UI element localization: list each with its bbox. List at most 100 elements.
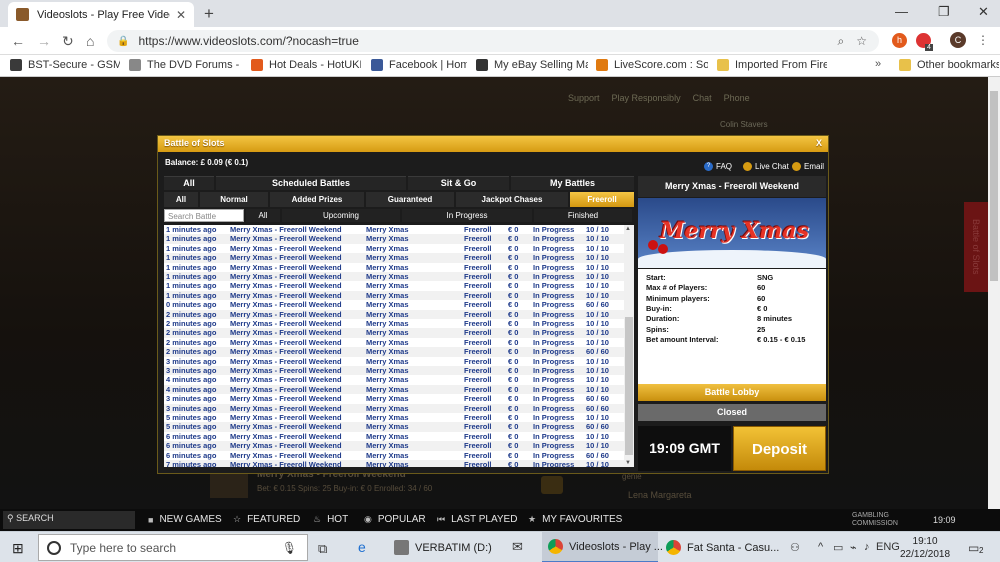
battle-of-slots-side-tab[interactable]: Battle of Slots: [964, 202, 988, 292]
category-guaranteed[interactable]: Guaranteed: [366, 192, 454, 207]
list-scrollbar[interactable]: ▲ ▼: [624, 225, 634, 467]
modal-close-button[interactable]: X: [814, 138, 824, 149]
battle-lobby-button[interactable]: Battle Lobby: [638, 384, 826, 401]
mail-icon[interactable]: ✉: [512, 539, 523, 555]
taskbar-item-verbatim[interactable]: VERBATIM (D:): [388, 532, 492, 562]
battle-row[interactable]: 5 minutes ago Merry Xmas - Freeroll Weeke…: [164, 422, 624, 432]
play-icon[interactable]: [541, 476, 563, 494]
battle-row[interactable]: 6 minutes ago Merry Xmas - Freeroll Weeke…: [164, 441, 624, 451]
network-icon[interactable]: ⌁: [850, 541, 857, 554]
browser-tab-videoslots[interactable]: Videoslots - Play Free Video Slo ✕: [8, 2, 194, 27]
bookmark-star-icon[interactable]: ☆: [856, 34, 867, 48]
bookmarks-overflow-icon[interactable]: »: [875, 58, 881, 70]
scroll-down-icon[interactable]: ▼: [625, 460, 631, 466]
battle-row[interactable]: 3 minutes ago Merry Xmas - Freeroll Weeke…: [164, 366, 624, 376]
bookmark-item[interactable]: Facebook | Home: [371, 59, 467, 71]
battle-row[interactable]: 6 minutes ago Merry Xmas - Freeroll Weeke…: [164, 432, 624, 441]
battle-row[interactable]: 1 minutes ago Merry Xmas - Freeroll Weeke…: [164, 244, 624, 253]
filter-finished[interactable]: Finished: [534, 209, 632, 222]
live-chat-link[interactable]: Live Chat: [743, 162, 789, 171]
taskbar-item-videoslots[interactable]: Videoslots - Play ...: [542, 532, 663, 562]
bookmark-item[interactable]: BST-Secure - GSM-C: [10, 59, 120, 71]
address-bar[interactable]: 🔒 https://www.videoslots.com/?nocash=tru…: [107, 30, 879, 52]
support-link[interactable]: Support: [568, 93, 600, 103]
minimize-icon[interactable]: —: [895, 4, 908, 19]
battle-row[interactable]: 2 minutes ago Merry Xmas - Freeroll Weeke…: [164, 338, 624, 347]
phone-link[interactable]: Phone: [724, 93, 750, 103]
battle-row[interactable]: 1 minutes ago Merry Xmas - Freeroll Weeke…: [164, 234, 624, 244]
task-view-icon[interactable]: ⧉: [318, 541, 327, 557]
battle-row[interactable]: 2 minutes ago Merry Xmas - Freeroll Weeke…: [164, 319, 624, 328]
filter-all[interactable]: All: [246, 209, 280, 222]
taskbar-item-fatsanta[interactable]: Fat Santa - Casu...: [660, 532, 779, 562]
windows-start-icon[interactable]: ⊞: [12, 540, 24, 557]
category-jackpot-chases[interactable]: Jackpot Chases: [456, 192, 568, 207]
battle-row[interactable]: 4 minutes ago Merry Xmas - Freeroll Weeke…: [164, 375, 624, 384]
battle-row[interactable]: 6 minutes ago Merry Xmas - Freeroll Weeke…: [164, 451, 624, 460]
page-scroll-thumb[interactable]: [990, 91, 998, 281]
my-favourites-link[interactable]: ★ MY FAVOURITES: [528, 514, 622, 525]
username[interactable]: Colin Stavers: [720, 120, 768, 129]
faq-link[interactable]: ? FAQ: [704, 162, 732, 171]
scroll-up-icon[interactable]: ▲: [625, 226, 631, 232]
battle-row[interactable]: 1 minutes ago Merry Xmas - Freeroll Weeke…: [164, 290, 624, 301]
browser-menu-icon[interactable]: ⋮: [977, 33, 989, 47]
volume-icon[interactable]: ♪: [864, 541, 870, 553]
battle-row[interactable]: 1 minutes ago Merry Xmas - Freeroll Weeke…: [164, 272, 624, 282]
taskbar-clock[interactable]: 19:10 22/12/2018: [900, 535, 950, 561]
category-freeroll[interactable]: Freeroll: [570, 192, 634, 207]
forward-icon[interactable]: →: [37, 33, 51, 49]
category-all[interactable]: All: [164, 192, 198, 207]
closed-button[interactable]: Closed: [638, 404, 826, 421]
email-link[interactable]: Email: [792, 162, 824, 171]
microphone-icon[interactable]: 🎙: [282, 541, 297, 555]
home-icon[interactable]: ⌂: [86, 33, 94, 49]
game-thumbnail[interactable]: [210, 472, 248, 498]
battle-row[interactable]: 3 minutes ago Merry Xmas - Freeroll Weeke…: [164, 394, 624, 403]
bookmark-item[interactable]: My eBay Selling Man: [476, 59, 588, 71]
tab-my-battles[interactable]: My Battles: [511, 176, 634, 190]
restore-icon[interactable]: ❐: [938, 4, 950, 20]
popular-link[interactable]: ◉ POPULAR: [364, 514, 426, 525]
battle-row[interactable]: 5 minutes ago Merry Xmas - Freeroll Weeke…: [164, 413, 624, 422]
featured-link[interactable]: ☆ FEATURED: [233, 514, 300, 525]
bookmark-item[interactable]: Hot Deals - HotUKDe: [251, 59, 361, 71]
battle-row[interactable]: 3 minutes ago Merry Xmas - Freeroll Weeke…: [164, 403, 624, 413]
display-icon[interactable]: ▭: [833, 541, 843, 554]
deposit-button[interactable]: Deposit: [733, 426, 826, 471]
new-tab-icon[interactable]: +: [204, 4, 214, 24]
battle-row[interactable]: 3 minutes ago Merry Xmas - Freeroll Weeke…: [164, 357, 624, 366]
bookmark-item[interactable]: LiveScore.com : Socc: [596, 59, 708, 71]
language-indicator[interactable]: ENG: [876, 541, 900, 553]
site-search[interactable]: ⚲ SEARCH: [3, 511, 135, 529]
close-tab-icon[interactable]: ✕: [176, 8, 186, 22]
battle-row[interactable]: 1 minutes ago Merry Xmas - Freeroll Weeke…: [164, 281, 624, 290]
tab-sit-and-go[interactable]: Sit & Go: [408, 176, 509, 190]
other-bookmarks[interactable]: Other bookmarks: [899, 59, 999, 71]
extension-hotukdeals-icon[interactable]: h: [892, 33, 907, 48]
battle-row[interactable]: 2 minutes ago Merry Xmas - Freeroll Weeke…: [164, 309, 624, 319]
filter-upcoming[interactable]: Upcoming: [282, 209, 400, 222]
hot-link[interactable]: ♨ HOT: [313, 514, 348, 525]
battle-row[interactable]: 2 minutes ago Merry Xmas - Freeroll Weeke…: [164, 347, 624, 357]
tab-scheduled-battles[interactable]: Scheduled Battles: [216, 176, 406, 190]
category-normal[interactable]: Normal: [200, 192, 268, 207]
battle-row[interactable]: 1 minutes ago Merry Xmas - Freeroll Weeke…: [164, 263, 624, 272]
tray-chevron-icon[interactable]: ^: [818, 541, 823, 553]
battle-row[interactable]: 4 minutes ago Merry Xmas - Freeroll Weeke…: [164, 384, 624, 395]
taskbar-search[interactable]: Type here to search 🎙: [38, 534, 308, 561]
chat-link[interactable]: Chat: [693, 93, 712, 103]
reload-icon[interactable]: ↻: [62, 33, 74, 50]
play-responsibly-link[interactable]: Play Responsibly: [612, 93, 681, 103]
last-played-link[interactable]: ⏮ LAST PLAYED: [437, 514, 517, 525]
list-scroll-thumb[interactable]: [625, 317, 633, 455]
category-added-prizes[interactable]: Added Prizes: [270, 192, 364, 207]
back-icon[interactable]: ←: [11, 33, 25, 49]
battle-row[interactable]: 1 minutes ago Merry Xmas - Freeroll Weeke…: [164, 225, 624, 234]
edge-icon[interactable]: e: [358, 539, 366, 555]
zoom-icon[interactable]: ⌕: [838, 34, 845, 49]
bookmark-item[interactable]: Imported From Firefo: [717, 59, 827, 71]
battle-row[interactable]: 7 minutes ago Merry Xmas - Freeroll Weeke…: [164, 460, 624, 467]
battle-row[interactable]: 0 minutes ago Merry Xmas - Freeroll Weeke…: [164, 300, 624, 309]
battle-row[interactable]: 1 minutes ago Merry Xmas - Freeroll Weeke…: [164, 253, 624, 263]
